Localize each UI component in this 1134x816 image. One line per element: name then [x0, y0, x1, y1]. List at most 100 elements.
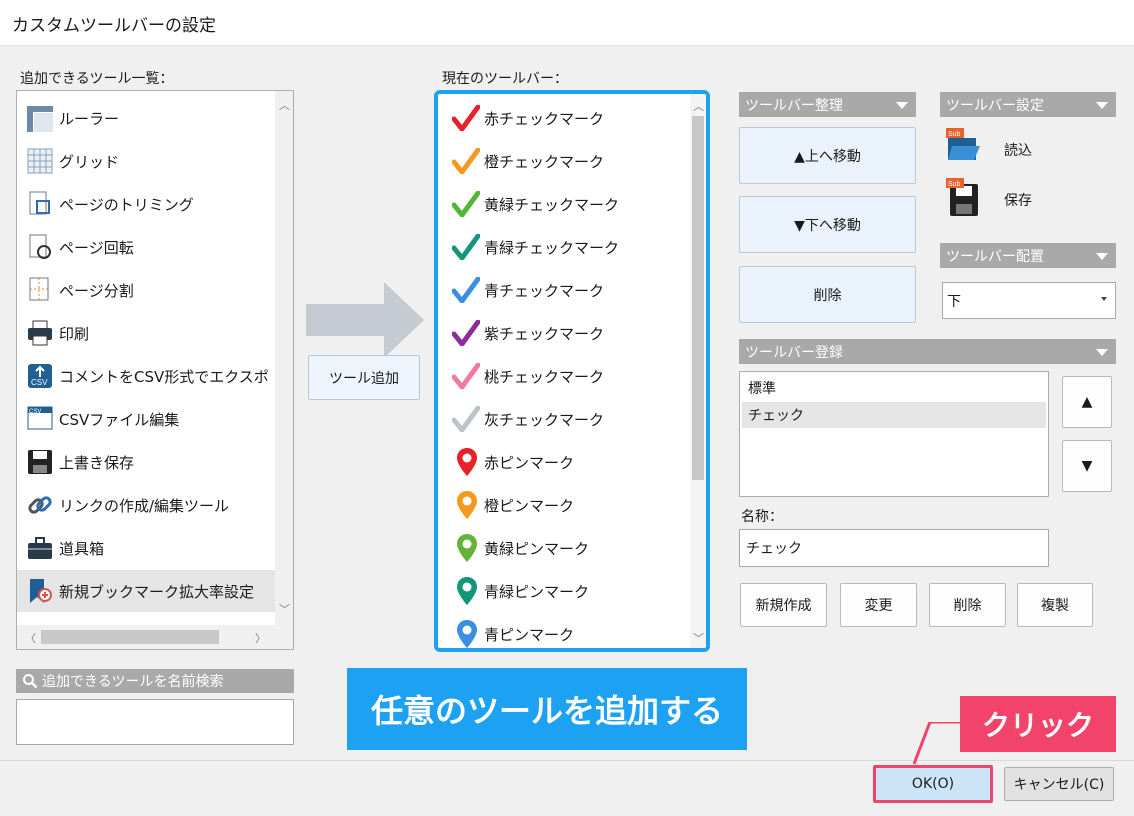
register-header[interactable]: ツールバー登録 — [739, 339, 1116, 364]
move-up-button[interactable]: ▲上へ移動 — [739, 127, 916, 184]
search-header: 追加できるツールを名前検索 — [16, 669, 294, 693]
current-tool-item[interactable]: 桃チェックマーク — [438, 355, 688, 397]
current-scroll-up-icon[interactable]: ︿ — [693, 98, 704, 114]
scroll-down-arrow-icon[interactable]: ﹀ — [279, 601, 290, 617]
available-tool-item[interactable]: ページのトリミング — [17, 183, 275, 225]
current-tool-label: 灰チェックマーク — [484, 410, 605, 429]
registered-item[interactable]: 標準 — [748, 378, 776, 398]
current-tool-item[interactable]: 赤チェックマーク — [438, 97, 688, 139]
save-settings-button[interactable]: Sub 保存 — [946, 178, 1096, 218]
bookmark-zoom-icon — [25, 576, 55, 606]
csv-export-icon: CSV — [25, 361, 55, 391]
cancel-button[interactable]: キャンセル(C) — [1004, 767, 1114, 801]
add-tool-button[interactable]: ツール追加 — [308, 355, 420, 400]
available-tool-label: ルーラー — [59, 109, 120, 128]
available-tool-label: グリッド — [59, 152, 120, 171]
current-tool-item[interactable]: 赤ピンマーク — [438, 441, 688, 483]
available-tools-label: 追加できるツール一覧： — [20, 71, 174, 87]
delete-tool-button[interactable]: 削除 — [739, 266, 916, 323]
available-tool-label: 道具箱 — [59, 539, 105, 558]
available-tool-label: 印刷 — [59, 324, 90, 343]
svg-text:Sub: Sub — [948, 181, 961, 188]
current-vscrollbar[interactable]: ︿ ﹀ — [690, 94, 706, 648]
organize-header[interactable]: ツールバー整理 — [739, 92, 916, 117]
settings-header-label: ツールバー設定 — [946, 97, 1044, 114]
available-tool-label: リンクの作成/編集ツール — [59, 496, 230, 515]
search-input[interactable] — [16, 699, 294, 745]
hscroll-thumb[interactable] — [41, 630, 219, 644]
chevron-down-icon — [1096, 348, 1108, 356]
available-tool-label: 上書き保存 — [59, 453, 135, 472]
duplicate-button[interactable]: 複製 — [1017, 583, 1093, 627]
organize-header-label: ツールバー整理 — [745, 97, 843, 114]
new-toolbar-button[interactable]: 新規作成 — [740, 583, 827, 627]
registered-toolbars-list[interactable]: 標準 チェック — [739, 371, 1049, 497]
current-tool-label: 赤ピンマーク — [484, 453, 575, 472]
checkmark-icon — [438, 269, 484, 311]
available-tool-item[interactable]: グリッド — [17, 140, 275, 182]
available-tool-item[interactable]: ルーラー — [17, 97, 275, 139]
svg-text:CSV: CSV — [31, 378, 48, 387]
current-tool-item[interactable]: 青緑ピンマーク — [438, 570, 688, 612]
available-hscrollbar[interactable]: 〈 〉 — [17, 625, 293, 649]
load-settings-button[interactable]: Sub 読込 — [946, 128, 1096, 164]
delete-toolbar-button[interactable]: 削除 — [929, 583, 1006, 627]
instruction-banner: 任意のツールを追加する — [347, 668, 747, 750]
available-tool-item[interactable]: CSV CSVファイル編集 — [17, 398, 275, 440]
available-vscrollbar[interactable]: ︿ ﹀ — [275, 91, 293, 625]
current-vscroll-thumb[interactable] — [692, 116, 704, 480]
search-icon — [23, 674, 38, 689]
register-down-button[interactable]: ▼ — [1062, 440, 1112, 492]
register-up-button[interactable]: ▲ — [1062, 376, 1112, 428]
open-folder-icon: Sub — [946, 128, 980, 160]
available-tool-item[interactable]: ページ回転 — [17, 226, 275, 268]
placement-header[interactable]: ツールバー配置 — [940, 243, 1116, 268]
move-down-button[interactable]: ▼下へ移動 — [739, 196, 916, 253]
current-tool-item[interactable]: 橙ピンマーク — [438, 484, 688, 526]
checkmark-icon — [438, 355, 484, 397]
available-tool-item[interactable]: リンクの作成/編集ツール — [17, 484, 275, 526]
save-label: 保存 — [1004, 193, 1032, 209]
available-tools-list[interactable]: ルーラーグリッドページのトリミング ページ回転 ページ分割印刷 CSV コメントをCSV… — [16, 90, 294, 650]
current-tool-label: 橙チェックマーク — [484, 152, 605, 171]
current-tool-item[interactable]: 青緑チェックマーク — [438, 226, 688, 268]
select-chevron-icon — [1101, 297, 1107, 301]
current-tool-item[interactable]: 黄緑チェックマーク — [438, 183, 688, 225]
placement-select[interactable]: 下 — [942, 282, 1116, 319]
current-toolbar-label: 現在のツールバー： — [442, 71, 568, 87]
available-tool-item[interactable]: CSV コメントをCSV形式でエクスポ — [17, 355, 275, 397]
available-tool-item[interactable]: ページ分割 — [17, 269, 275, 311]
name-input[interactable]: チェック — [739, 529, 1049, 567]
current-tool-item[interactable]: 灰チェックマーク — [438, 398, 688, 440]
current-tool-item[interactable]: 黄緑ピンマーク — [438, 527, 688, 569]
change-button[interactable]: 変更 — [840, 583, 917, 627]
scroll-right-arrow-icon[interactable]: 〉 — [255, 630, 266, 646]
available-tool-item[interactable]: 上書き保存 — [17, 441, 275, 483]
checkmark-icon — [438, 183, 484, 225]
click-callout: クリック — [960, 696, 1116, 752]
page-rotate-icon — [25, 232, 55, 262]
available-tool-item[interactable]: 印刷 — [17, 312, 275, 354]
current-toolbar-list[interactable]: 赤チェックマーク橙チェックマーク黄緑チェックマーク 青緑チェックマーク 青チェックマ… — [434, 90, 710, 652]
current-tool-item[interactable]: 紫チェックマーク — [438, 312, 688, 354]
available-tool-item[interactable]: 新規ブックマーク拡大率設定 — [17, 570, 275, 612]
scroll-up-arrow-icon[interactable]: ︿ — [279, 97, 290, 113]
available-tool-item[interactable]: 道具箱 — [17, 527, 275, 569]
current-tool-item[interactable]: 青ピンマーク — [438, 613, 688, 648]
settings-header[interactable]: ツールバー設定 — [940, 92, 1116, 117]
registered-item-selected[interactable]: チェック — [742, 402, 1046, 428]
checkmark-icon — [438, 140, 484, 182]
current-tool-item[interactable]: 青チェックマーク — [438, 269, 688, 311]
load-label: 読込 — [1004, 143, 1032, 159]
current-tool-item[interactable]: 橙チェックマーク — [438, 140, 688, 182]
toolbox-icon — [25, 533, 55, 563]
title-bar: カスタムツールバーの設定 — [0, 0, 1134, 46]
scroll-left-arrow-icon[interactable]: 〈 — [25, 630, 36, 646]
save-icon — [25, 447, 55, 477]
current-tool-label: 紫チェックマーク — [484, 324, 605, 343]
current-scroll-down-icon[interactable]: ﹀ — [693, 630, 704, 646]
window-title: カスタムツールバーの設定 — [12, 16, 216, 36]
chevron-down-icon — [1096, 101, 1108, 109]
current-tool-label: 黄緑ピンマーク — [484, 539, 590, 558]
current-tool-label: 青ピンマーク — [484, 625, 575, 644]
